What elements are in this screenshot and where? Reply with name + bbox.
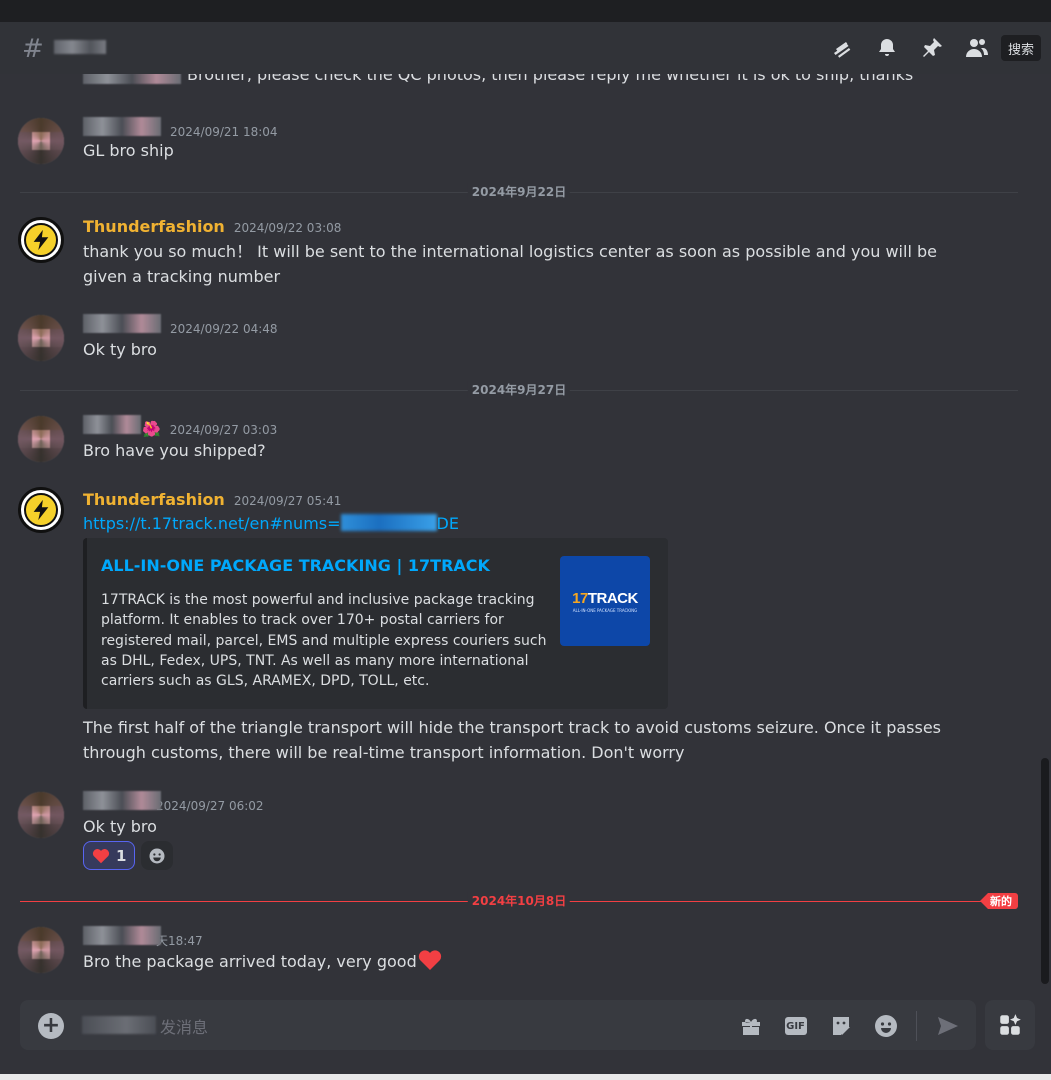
lightning-bolt-icon [24,493,58,527]
apps-button[interactable] [985,1000,1035,1050]
avatar[interactable] [18,927,64,973]
new-badge: 新的 [980,893,1018,909]
username[interactable]: Thunderfashion [83,217,225,236]
scrollbar-thumb[interactable] [1041,758,1049,984]
heart-reaction[interactable]: 1 [83,841,136,870]
link-redacted [340,514,437,531]
reactions-bar: 1 [83,841,174,870]
timestamp: 2024/09/27 03:03 [169,423,278,437]
message-meta: 2024/09/27 06:02 [83,791,264,813]
avatar[interactable] [18,792,64,838]
message-meta: 🌺 2024/09/27 03:03 [83,415,277,438]
timestamp: 2024/09/22 04:48 [170,322,278,336]
message-list[interactable]: Brother, please check the QC photos, the… [0,74,1037,994]
avatar[interactable] [18,315,64,361]
heart-icon [418,950,441,970]
send-icon[interactable] [933,1012,962,1040]
avatar[interactable] [18,118,64,164]
thumbnail-subtitle: ALL-IN-ONE PACKAGE TRACKING [572,607,638,613]
tracking-link[interactable]: https://t.17track.net/en#nums= DE [83,511,983,536]
embed-title[interactable]: ALL-IN-ONE PACKAGE TRACKING | 17TRACK [101,556,490,575]
channel-header: # 搜索 [0,22,1051,74]
message-5-text: The first half of the triangle transport… [83,718,942,762]
message-meta: Thunderfashion 2024/09/22 03:08 [83,217,341,236]
channel-name-redacted [54,40,106,54]
heart-icon [92,848,110,863]
message-meta: 天18:47 [83,926,203,949]
threads-icon[interactable] [819,34,864,62]
avatar[interactable] [18,416,64,462]
link-suffix[interactable]: DE [437,514,459,533]
message-text: Bro have you shipped? [83,441,266,460]
apps-icon [1000,1014,1021,1035]
date-divider-label: 2024年9月22日 [467,183,571,200]
gift-icon[interactable] [736,1012,765,1040]
message-text: Brother, please check the QC photos, the… [187,74,914,84]
message-text: Ok ty bro [83,340,157,359]
link-prefix[interactable]: https://t.17track.net/en#nums= [83,514,341,533]
sticker-icon[interactable] [826,1012,855,1040]
redacted-name [83,74,181,84]
upload-plus-button[interactable]: + [38,1013,64,1039]
composer-separator [916,1011,917,1041]
message-text: GL bro ship [83,141,174,160]
timestamp: 2024/09/27 05:41 [233,494,342,508]
window-bottom-bar [0,1074,1051,1080]
message-input[interactable]: 发消息 [160,1014,208,1038]
message-meta: Thunderfashion 2024/09/27 05:41 [83,490,341,509]
gif-button[interactable]: GIF [781,1012,810,1040]
chat-scrollbar[interactable] [1041,74,1049,994]
message-text: Ok ty bro [83,817,157,836]
pinned-messages-icon[interactable] [909,34,954,62]
reaction-count: 1 [116,846,127,865]
username-redacted[interactable] [83,926,161,945]
embed-description: 17TRACK is the most powerful and inclusi… [101,592,547,690]
avatar-thunderfashion[interactable] [18,217,64,263]
link-embed: ALL-IN-ONE PACKAGE TRACKING | 17TRACK 17… [83,538,668,709]
new-messages-divider: 2024年10月8日 新的 [20,892,1018,909]
date-divider-label: 2024年10月8日 [467,892,571,909]
username-redacted[interactable] [83,415,141,434]
flower-emoji: 🌺 [142,420,161,438]
message-text: thank you so much！ It will be sent to th… [83,242,937,286]
gif-icon: GIF [784,1017,807,1035]
message-meta: 2024/09/22 04:48 [83,314,278,336]
composer-buttons: GIF [736,1011,962,1041]
placeholder-redacted [82,1016,156,1034]
search-input[interactable]: 搜索 [1001,35,1041,61]
username-redacted[interactable] [83,314,161,333]
smiley-icon [149,848,165,863]
username[interactable]: Thunderfashion [83,490,225,509]
embed-thumbnail[interactable]: 17TRACK ALL-IN-ONE PACKAGE TRACKING [560,556,650,646]
message-text: Bro the package arrived today, very good [83,949,983,974]
lightning-bolt-icon [24,223,58,257]
date-divider-label: 2024年9月27日 [467,381,571,398]
message-composer: + 发消息 GIF [20,1000,976,1050]
window-top-strip [0,0,1051,22]
timestamp: 2024/09/21 18:04 [170,125,278,139]
header-toolbar: 搜索 [819,34,1041,62]
timestamp: 2024/09/27 06:02 [156,799,264,813]
message-meta: 2024/09/21 18:04 [83,117,278,139]
17track-logo: 17TRACK [572,589,638,607]
date-divider: 2024年9月22日 [20,183,1018,200]
timestamp: 天18:47 [156,934,203,948]
member-list-icon[interactable] [954,34,999,62]
username-redacted[interactable] [83,791,161,810]
username-redacted[interactable] [83,117,161,136]
channel-hash-icon: # [22,34,44,64]
date-divider: 2024年9月27日 [20,381,1018,398]
add-reaction-button[interactable] [141,841,174,870]
avatar-thunderfashion[interactable] [18,487,64,533]
notification-bell-icon[interactable] [864,34,909,62]
emoji-icon[interactable] [871,1012,900,1040]
timestamp: 2024/09/22 03:08 [233,221,342,235]
